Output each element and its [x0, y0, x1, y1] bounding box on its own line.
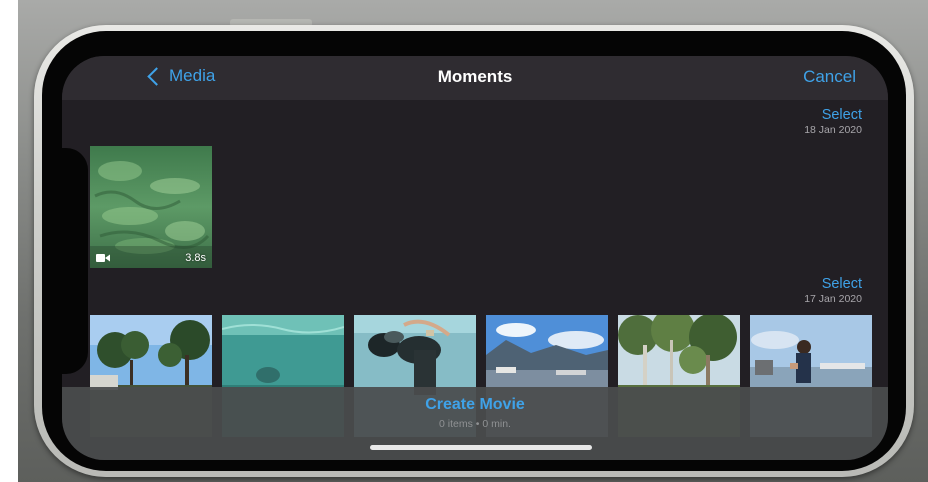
video-thumbnail-image	[90, 146, 212, 268]
select-button[interactable]: Select	[804, 107, 862, 123]
cancel-button[interactable]: Cancel	[803, 67, 856, 87]
selection-summary: 0 items • 0 min.	[439, 418, 511, 430]
app-screen: Media Moments Cancel Select 18 Jan 2020	[62, 56, 888, 460]
video-thumbnail[interactable]: 3.8s	[90, 146, 212, 268]
home-indicator[interactable]	[370, 445, 592, 450]
camera-notch	[62, 148, 88, 374]
page-title: Moments	[437, 67, 513, 86]
section-header-2: Select 17 Jan 2020	[804, 276, 862, 305]
navigation-bar: Media Moments Cancel	[62, 56, 888, 100]
section-header-1: Select 18 Jan 2020	[804, 107, 862, 136]
section-date: 17 Jan 2020	[804, 293, 862, 305]
video-camera-icon	[96, 254, 110, 262]
video-duration: 3.8s	[185, 252, 206, 264]
create-movie-button[interactable]: Create Movie	[62, 396, 888, 414]
bottom-toolbar: Create Movie 0 items • 0 min.	[62, 387, 888, 460]
section-date: 18 Jan 2020	[804, 124, 862, 136]
select-button[interactable]: Select	[804, 276, 862, 292]
